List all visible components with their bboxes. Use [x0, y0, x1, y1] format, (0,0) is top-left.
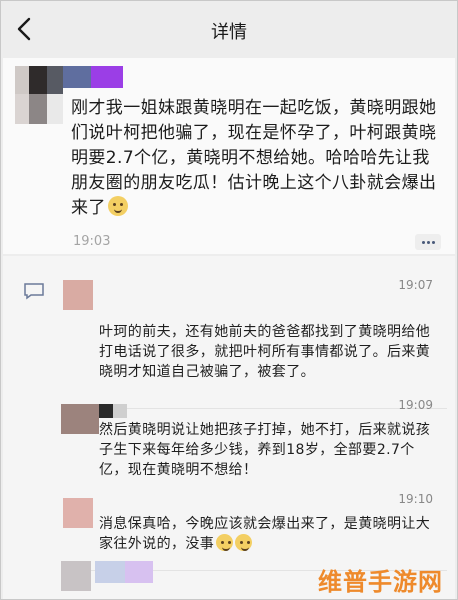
post-timestamp: 19:03 — [73, 234, 111, 249]
comment-text: 叶珂的前夫，还有她前夫的爸爸都找到了黄晓明给他打电话说了很多，就把叶柯所有事情都… — [99, 324, 431, 380]
moment-post: 刚才我一姐妹跟黄晓明在一起吃饭，黄晓明跟她们说叶柯把他骗了，现在是怀孕了，叶柯跟… — [3, 58, 455, 254]
page-title: 详情 — [211, 22, 247, 43]
comment-bubble-icon — [24, 283, 44, 300]
more-dots-icon — [422, 241, 425, 244]
comment-body: 消息保真哈，今晚应该就会爆出来了，是黄晓明让大家往外说的，没事 — [99, 516, 431, 552]
comment-timestamp: 19:09 — [398, 398, 433, 412]
post-text: 刚才我一姐妹跟黄晓明在一起吃饭，黄晓明跟她们说叶柯把他骗了，现在是怀孕了，叶柯跟… — [71, 96, 443, 221]
comment-timestamp: 19:07 — [398, 278, 433, 292]
commenter-avatar — [61, 561, 91, 591]
grinning-emoji — [216, 534, 234, 551]
comment-item: 19:09 然后黄晓明说让她把孩子打掉，她不打，后来就说孩子生下来每年给多少钱，… — [61, 398, 447, 490]
comment-timestamp: 19:10 — [398, 492, 433, 506]
more-dot — [432, 241, 435, 244]
username[interactable] — [63, 66, 125, 90]
comment-text: 然后黄晓明说让她把孩子打掉，她不打，后来就说孩子生下来每年给多少钱，养到18岁，… — [99, 422, 431, 478]
commenter-avatar[interactable] — [63, 498, 93, 528]
grinning-emoji — [235, 534, 253, 551]
screenshot-frame: 详情 刚才我一姐妹跟黄晓明在一起吃饭，黄晓明跟她们说叶柯把他骗了，现在是怀孕了，… — [0, 0, 458, 600]
username-mosaic — [113, 404, 127, 418]
commenter-avatar[interactable] — [61, 404, 99, 434]
commenter-avatar[interactable] — [63, 280, 93, 310]
comment-item: 19:07 叶珂的前夫，还有她前夫的爸爸都找到了黄晓明给他打电话说了很多，就把叶… — [61, 278, 447, 409]
grinning-emoji — [107, 196, 128, 216]
username-mosaic — [95, 561, 125, 583]
comment-list: 19:07 叶珂的前夫，还有她前夫的爸爸都找到了黄晓明给他打电话说了很多，就把叶… — [3, 256, 455, 599]
comment-text: 消息保真哈，今晚应该就会爆出来了，是黄晓明让大家往外说的，没事 — [99, 514, 439, 554]
watermark-logo: 维普手游网 — [318, 568, 443, 596]
username-mosaic — [125, 561, 153, 583]
username-mosaic — [99, 404, 113, 418]
top-bar: 详情 — [1, 1, 457, 57]
more-button[interactable] — [415, 234, 441, 250]
more-dot — [427, 241, 430, 244]
